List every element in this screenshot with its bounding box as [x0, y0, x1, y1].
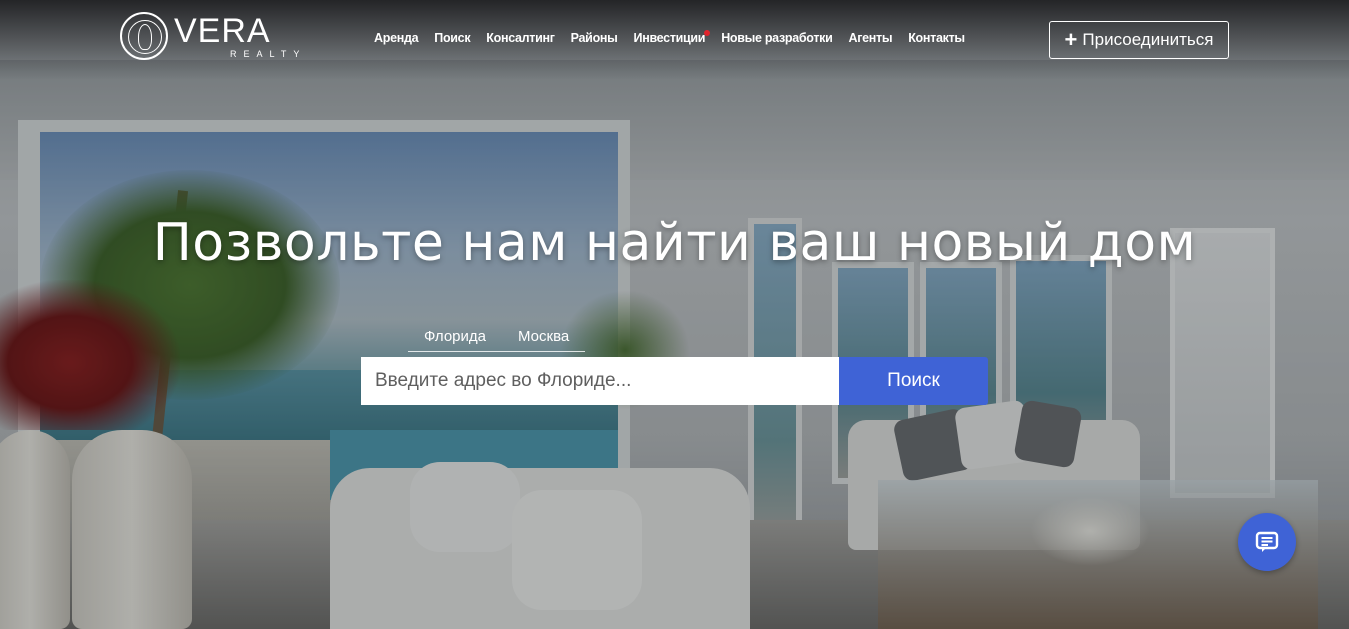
search-button[interactable]: Поиск: [839, 357, 988, 405]
nav-item-investments[interactable]: Инвестиции: [633, 30, 711, 45]
nav-item-consulting[interactable]: Консалтинг: [486, 31, 555, 45]
nav-item-rent[interactable]: Аренда: [374, 31, 419, 45]
chat-icon: [1255, 531, 1279, 552]
nav-item-agents[interactable]: Агенты: [848, 31, 892, 45]
plus-icon: +: [1064, 27, 1078, 52]
location-tabs: Флорида Москва: [408, 326, 586, 352]
join-button[interactable]: + Присоединиться: [1049, 21, 1229, 59]
tab-florida[interactable]: Флорида: [408, 326, 502, 352]
main-nav: Аренда Поиск Консалтинг Районы Инвестици…: [374, 30, 965, 45]
address-search-input[interactable]: [361, 357, 839, 405]
nav-item-contacts[interactable]: Контакты: [908, 31, 965, 45]
logo-name: VERA: [174, 11, 271, 50]
background-dim-overlay: [0, 0, 1349, 629]
chat-widget-button[interactable]: [1238, 513, 1296, 571]
logo-text: VERA REALTY: [174, 14, 306, 59]
notification-dot: [704, 30, 711, 36]
nav-item-districts[interactable]: Районы: [571, 31, 618, 45]
nav-item-search[interactable]: Поиск: [434, 31, 470, 45]
hero-background: [0, 0, 1349, 629]
hero-headline: Позвольте нам найти ваш новый дом: [152, 213, 1197, 273]
logo[interactable]: VERA REALTY: [120, 12, 306, 60]
nav-item-investments-label: Инвестиции: [633, 31, 706, 45]
logo-tagline: REALTY: [230, 48, 307, 59]
tab-moscow[interactable]: Москва: [502, 326, 586, 352]
join-button-label: Присоединиться: [1082, 30, 1214, 49]
nav-item-new-developments[interactable]: Новые разработки: [721, 31, 833, 45]
logo-mermaid-icon: [120, 12, 168, 60]
